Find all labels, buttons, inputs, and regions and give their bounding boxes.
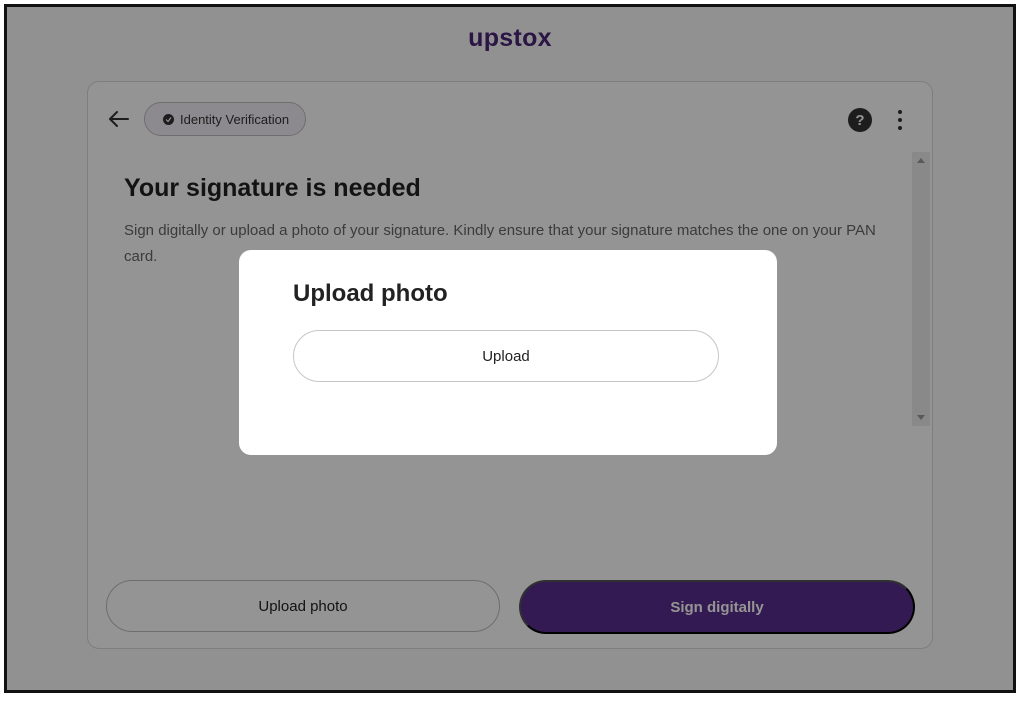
modal-title: Upload photo	[293, 280, 448, 307]
screenshot-frame: upstox Identity Verification ? Your sign…	[4, 4, 1016, 693]
upload-button[interactable]: Upload	[293, 330, 719, 382]
upload-photo-modal: Upload photo Upload	[239, 250, 777, 455]
